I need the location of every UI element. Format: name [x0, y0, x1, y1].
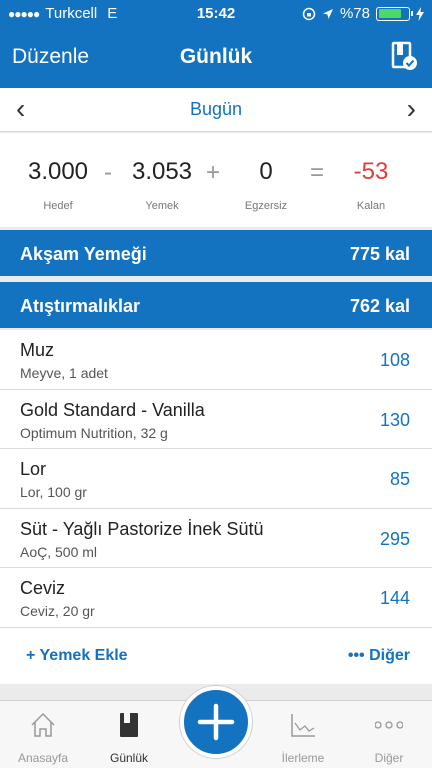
- battery-percent: %78: [339, 5, 370, 22]
- food-detail: Optimum Nutrition, 32 g: [20, 424, 168, 441]
- remaining-summary: -53 Kalan: [336, 158, 406, 212]
- section-calories: 775 kal: [349, 244, 410, 264]
- food-calories: 108: [379, 350, 410, 370]
- tab-progress[interactable]: İlerleme: [260, 701, 346, 768]
- food-name: Muz: [20, 340, 55, 360]
- food-detail: AoÇ, 500 ml: [20, 543, 98, 560]
- charging-icon: [416, 6, 424, 21]
- tab-label: Diğer: [374, 751, 404, 765]
- lock-rotation-icon: [302, 7, 316, 20]
- food-detail: Meyve, 1 adet: [20, 365, 108, 381]
- section-actions: + Yemek Ekle ••• Diğer: [0, 628, 432, 684]
- section-name: Atıştırmalıklar: [20, 296, 141, 316]
- food-summary: 3.053 Yemek: [124, 158, 200, 212]
- food-calories: 130: [379, 409, 410, 430]
- equals-sign: =: [310, 159, 325, 186]
- chart-icon: [291, 714, 315, 737]
- date-label[interactable]: Bugün: [0, 99, 432, 120]
- quick-add-button[interactable]: [180, 686, 252, 758]
- food-calories: 85: [389, 469, 410, 489]
- remaining-label: Kalan: [356, 200, 386, 212]
- plus-icon: [197, 703, 235, 741]
- exercise-label: Egzersiz: [244, 200, 288, 212]
- more-options-button[interactable]: ••• Diğer: [348, 647, 410, 665]
- edit-button[interactable]: Düzenle: [12, 45, 89, 69]
- minus-sign: -: [104, 159, 112, 186]
- location-icon: [322, 8, 333, 19]
- food-name: Süt - Yağlı Pastorize İnek Sütü: [20, 518, 264, 539]
- diary-complete-icon[interactable]: [388, 41, 418, 71]
- food-list: Muz Meyve, 1 adet 108 Gold Standard - Va…: [0, 330, 432, 628]
- header: ●●●●● Turkcell E 15:42 %78 Düzenle Günlü…: [0, 0, 432, 88]
- remaining-value: -53: [353, 158, 389, 185]
- section-header-snacks[interactable]: Atıştırmalıklar 762 kal: [0, 282, 432, 328]
- food-row[interactable]: Lor Lor, 100 gr 85: [0, 449, 432, 509]
- calorie-summary: 3.000 Hedef - 3.053 Yemek + 0 Egzersiz =…: [0, 133, 432, 227]
- food-row[interactable]: Ceviz Ceviz, 20 gr 144: [0, 568, 432, 628]
- tab-label: İlerleme: [281, 751, 325, 765]
- tab-label: Anasayfa: [17, 751, 69, 765]
- food-row[interactable]: Muz Meyve, 1 adet 108: [0, 330, 432, 390]
- food-value: 3.053: [131, 158, 193, 185]
- exercise-value: 0: [259, 158, 273, 185]
- food-detail: Lor, 100 gr: [20, 484, 87, 500]
- section-calories: 762 kal: [349, 296, 410, 316]
- add-food-button[interactable]: + Yemek Ekle: [26, 647, 128, 665]
- food-detail: Ceviz, 20 gr: [20, 603, 95, 619]
- food-label: Yemek: [145, 200, 179, 212]
- food-name: Gold Standard - Vanilla: [20, 399, 205, 420]
- tab-diary[interactable]: Günlük: [86, 701, 172, 768]
- food-calories: 144: [379, 588, 410, 608]
- food-calories: 295: [379, 528, 410, 549]
- tab-home[interactable]: Anasayfa: [0, 701, 86, 768]
- exercise-summary: 0 Egzersiz: [230, 158, 302, 212]
- food-row[interactable]: Gold Standard - Vanilla Optimum Nutritio…: [0, 390, 432, 449]
- goal-summary: 3.000 Hedef: [20, 158, 96, 212]
- home-icon: [31, 712, 55, 737]
- food-name: Lor: [20, 459, 47, 479]
- tab-more[interactable]: Diğer: [346, 701, 432, 768]
- goal-label: Hedef: [43, 200, 73, 212]
- more-icon: [375, 721, 403, 729]
- section-name: Akşam Yemeği: [20, 244, 147, 264]
- status-bar: ●●●●● Turkcell E 15:42 %78: [0, 0, 432, 28]
- battery-icon: [376, 6, 413, 21]
- date-navigator: ‹ Bugün ›: [0, 88, 432, 132]
- plus-sign: +: [206, 159, 221, 186]
- section-header-dinner[interactable]: Akşam Yemeği 775 kal: [0, 230, 432, 276]
- next-day-button[interactable]: ›: [407, 94, 416, 124]
- tab-label: Günlük: [109, 751, 149, 765]
- food-name: Ceviz: [20, 578, 66, 598]
- food-row[interactable]: Süt - Yağlı Pastorize İnek Sütü AoÇ, 500…: [0, 509, 432, 568]
- goal-value: 3.000: [27, 158, 89, 185]
- diary-icon: [120, 713, 138, 737]
